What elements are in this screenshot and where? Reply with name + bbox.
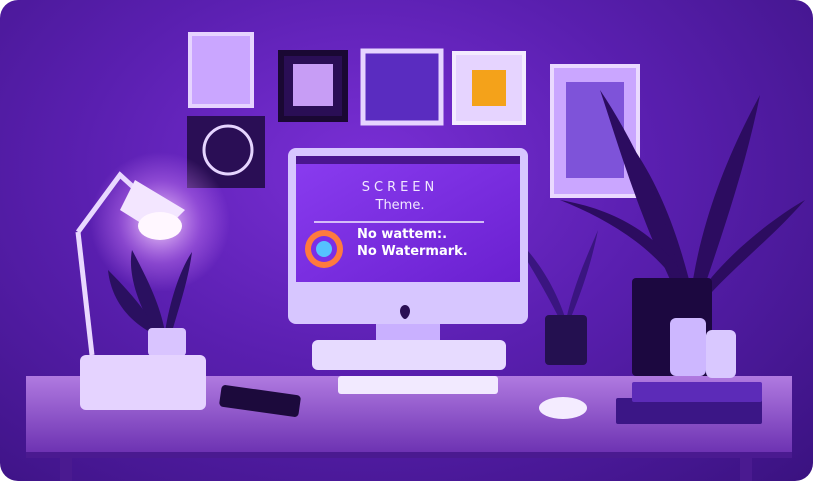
screen-subtitle: Theme. (375, 198, 425, 213)
storage-box (80, 355, 206, 410)
mouse (539, 397, 587, 419)
keyboard (338, 376, 498, 394)
desk-photo: SCREEN Theme. No wattem:. No Watermark. (0, 0, 813, 481)
screen-brand-text: SCREEN (361, 180, 439, 195)
screen-watermark-line-1: No wattem:. (357, 227, 448, 242)
screen-watermark-line-2: No Watermark. (357, 244, 468, 259)
